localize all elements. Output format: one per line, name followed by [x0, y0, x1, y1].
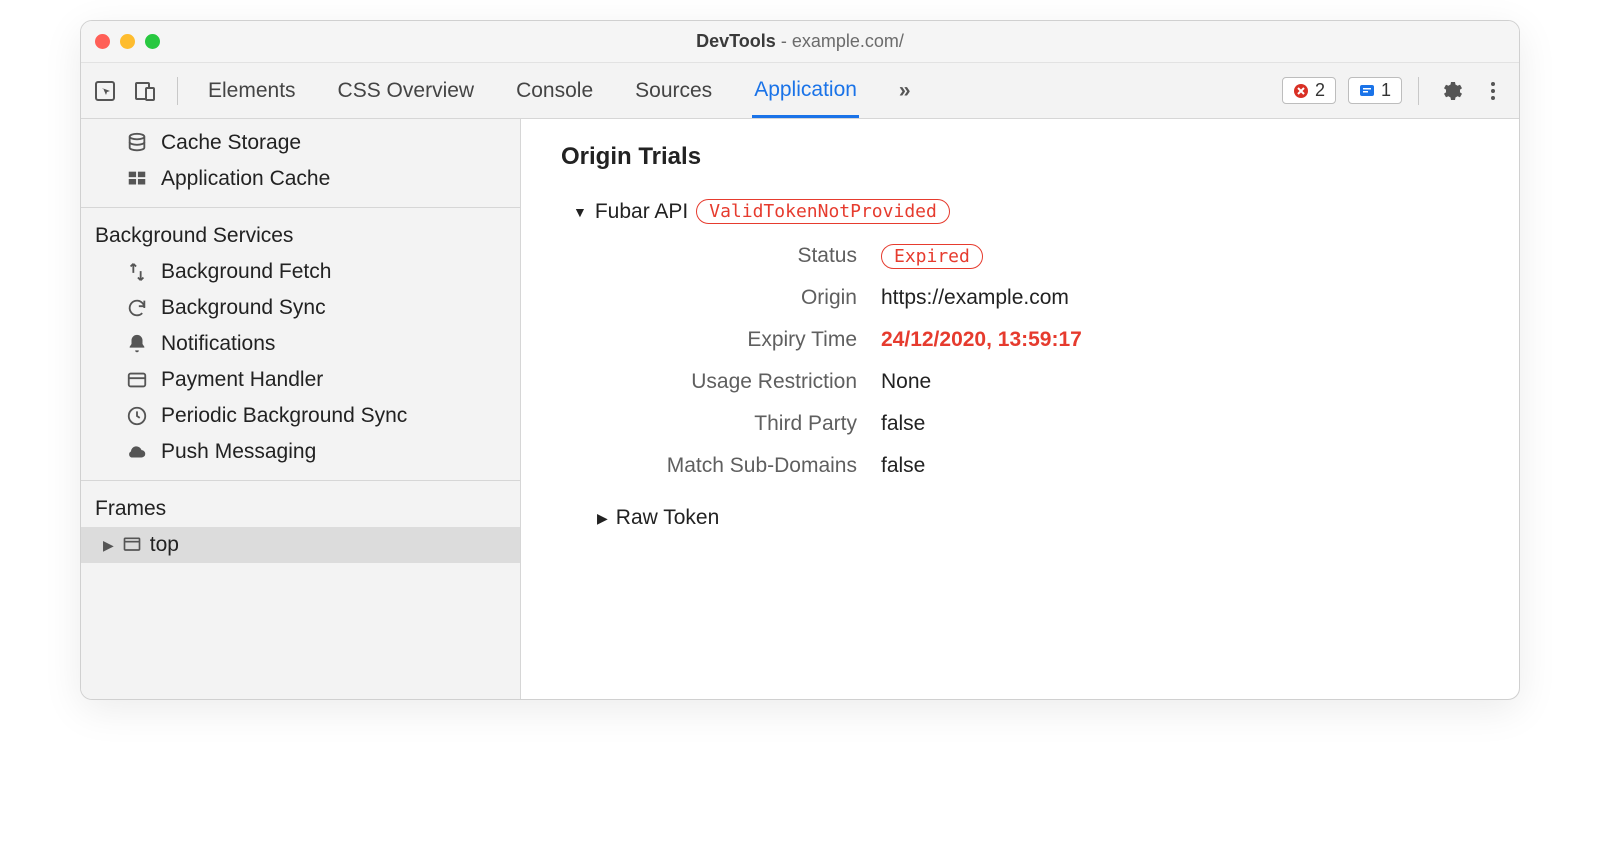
raw-token-label: Raw Token: [616, 506, 720, 530]
match-subdomains-label: Match Sub-Domains: [601, 454, 881, 478]
issues-indicator[interactable]: 1: [1348, 77, 1402, 104]
titlebar: DevTools - example.com/: [81, 21, 1519, 63]
third-party-value: false: [881, 412, 1479, 436]
tabs-overflow[interactable]: »: [897, 65, 913, 116]
collapse-triangle-icon[interactable]: ▼: [573, 204, 587, 220]
sidebar-item-label: Background Sync: [161, 296, 326, 320]
close-window-button[interactable]: [95, 34, 110, 49]
window-controls: [95, 34, 160, 49]
expand-triangle-icon[interactable]: ▶: [103, 537, 114, 554]
origin-trial-details: Status Expired Origin https://example.co…: [601, 244, 1479, 478]
errors-count: 2: [1315, 80, 1325, 101]
toolbar-divider: [177, 77, 178, 105]
sidebar-divider: [81, 480, 520, 481]
grid-icon: [125, 167, 149, 191]
third-party-label: Third Party: [601, 412, 881, 436]
sidebar-item-label: Application Cache: [161, 167, 330, 191]
sidebar-item-label: Notifications: [161, 332, 275, 356]
sync-icon: [125, 296, 149, 320]
panel-heading: Origin Trials: [561, 143, 1479, 171]
toolbar-divider: [1418, 77, 1419, 105]
window-title-target: example.com/: [792, 31, 904, 51]
sidebar-item-label: Payment Handler: [161, 368, 323, 392]
issues-icon: [1359, 83, 1375, 99]
sidebar-item-background-sync[interactable]: Background Sync: [81, 290, 520, 326]
database-icon: [125, 131, 149, 155]
sidebar-item-label: Periodic Background Sync: [161, 404, 407, 428]
token-status-badge: ValidTokenNotProvided: [696, 199, 950, 224]
main-panel: Origin Trials ▼ Fubar API ValidTokenNotP…: [521, 119, 1519, 699]
error-icon: [1293, 83, 1309, 99]
origin-trial-row[interactable]: ▼ Fubar API ValidTokenNotProvided: [573, 199, 1479, 224]
window-title: DevTools - example.com/: [81, 31, 1519, 52]
window-title-sep: -: [776, 31, 792, 51]
status-value: Expired: [881, 244, 1479, 268]
tab-sources[interactable]: Sources: [633, 65, 714, 116]
match-subdomains-value: false: [881, 454, 1479, 478]
window-title-app: DevTools: [696, 31, 776, 51]
usage-restriction-value: None: [881, 370, 1479, 394]
sidebar-item-notifications[interactable]: Notifications: [81, 326, 520, 362]
sidebar-item-background-fetch[interactable]: Background Fetch: [81, 254, 520, 290]
panel-tabs: Elements CSS Overview Console Sources Ap…: [206, 64, 1266, 118]
raw-token-row[interactable]: ▶ Raw Token: [597, 506, 1479, 530]
clock-icon: [125, 404, 149, 428]
sidebar-section-frames[interactable]: Frames: [81, 491, 520, 527]
frame-label: top: [150, 533, 179, 557]
status-badge: Expired: [881, 244, 983, 269]
minimize-window-button[interactable]: [120, 34, 135, 49]
cloud-icon: [125, 440, 149, 464]
more-options-icon[interactable]: [1479, 75, 1507, 107]
sidebar-divider: [81, 207, 520, 208]
errors-indicator[interactable]: 2: [1282, 77, 1336, 104]
usage-restriction-label: Usage Restriction: [601, 370, 881, 394]
card-icon: [125, 368, 149, 392]
settings-icon[interactable]: [1435, 75, 1467, 107]
tab-console[interactable]: Console: [514, 65, 595, 116]
origin-label: Origin: [601, 286, 881, 310]
zoom-window-button[interactable]: [145, 34, 160, 49]
status-label: Status: [601, 244, 881, 268]
sidebar-item-label: Cache Storage: [161, 131, 301, 155]
expiry-value: 24/12/2020, 13:59:17: [881, 328, 1479, 352]
origin-value: https://example.com: [881, 286, 1479, 310]
sidebar-item-periodic-background-sync[interactable]: Periodic Background Sync: [81, 398, 520, 434]
device-toolbar-icon[interactable]: [133, 79, 157, 103]
body: Cache Storage Application Cache Backgrou…: [81, 119, 1519, 699]
fetch-icon: [125, 260, 149, 284]
sidebar-item-application-cache[interactable]: Application Cache: [81, 161, 520, 197]
tab-elements[interactable]: Elements: [206, 65, 298, 116]
sidebar: Cache Storage Application Cache Backgrou…: [81, 119, 521, 699]
sidebar-item-cache-storage[interactable]: Cache Storage: [81, 125, 520, 161]
tab-application[interactable]: Application: [752, 64, 859, 118]
frame-icon: [122, 535, 142, 555]
issues-count: 1: [1381, 80, 1391, 101]
tab-css-overview[interactable]: CSS Overview: [336, 65, 477, 116]
devtools-window: DevTools - example.com/ Elements CSS Ove…: [80, 20, 1520, 700]
sidebar-item-payment-handler[interactable]: Payment Handler: [81, 362, 520, 398]
sidebar-item-label: Background Fetch: [161, 260, 331, 284]
bell-icon: [125, 332, 149, 356]
sidebar-item-frame-top[interactable]: ▶ top: [81, 527, 520, 563]
sidebar-item-push-messaging[interactable]: Push Messaging: [81, 434, 520, 470]
inspect-element-icon[interactable]: [93, 79, 117, 103]
toolbar: Elements CSS Overview Console Sources Ap…: [81, 63, 1519, 119]
toolbar-right: 2 1: [1282, 75, 1507, 107]
sidebar-section-background-services[interactable]: Background Services: [81, 218, 520, 254]
origin-trial-name: Fubar API: [595, 200, 688, 224]
expand-triangle-icon[interactable]: ▶: [597, 510, 608, 527]
expiry-label: Expiry Time: [601, 328, 881, 352]
sidebar-item-label: Push Messaging: [161, 440, 316, 464]
